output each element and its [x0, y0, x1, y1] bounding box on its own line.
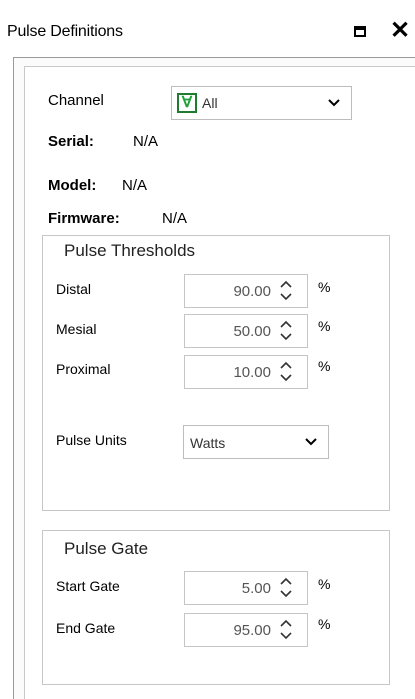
pulse-units-value: Watts [190, 435, 226, 451]
distal-unit: % [318, 279, 331, 295]
distal-spinner[interactable]: 90.00 [184, 274, 308, 308]
chevron-down-icon [305, 438, 317, 446]
start-gate-value: 5.00 [241, 580, 271, 597]
mesial-value: 50.00 [233, 323, 271, 340]
channel-icon: ∀ [177, 93, 197, 113]
spin-up-icon[interactable] [279, 618, 293, 628]
start-gate-spinner[interactable]: 5.00 [184, 571, 308, 605]
chevron-down-icon [328, 99, 340, 107]
proximal-label: Proximal [56, 361, 111, 377]
model-value: N/A [122, 177, 148, 194]
proximal-spinner[interactable]: 10.00 [184, 355, 308, 389]
channel-value: All [202, 95, 218, 111]
maximize-icon[interactable] [354, 26, 366, 37]
spin-up-icon[interactable] [279, 360, 293, 370]
start-gate-label: Start Gate [56, 578, 120, 594]
mesial-label: Mesial [56, 321, 97, 337]
spin-down-icon[interactable] [279, 373, 293, 383]
pulse-units-select[interactable]: Watts [183, 425, 329, 459]
distal-label: Distal [56, 281, 92, 297]
spin-up-icon[interactable] [279, 319, 293, 329]
spin-up-icon[interactable] [279, 279, 293, 289]
distal-value: 90.00 [233, 283, 271, 300]
proximal-unit: % [318, 358, 331, 374]
window-title: Pulse Definitions [7, 23, 123, 40]
close-icon[interactable]: ✕ [387, 16, 413, 46]
channel-label: Channel [48, 92, 104, 109]
spin-up-icon[interactable] [279, 576, 293, 586]
end-gate-spinner[interactable]: 95.00 [184, 613, 308, 647]
end-gate-label: End Gate [56, 620, 116, 636]
start-gate-unit: % [318, 576, 331, 592]
pulse-gate-title: Pulse Gate [64, 539, 149, 558]
end-gate-unit: % [318, 616, 331, 632]
spin-down-icon[interactable] [279, 292, 293, 302]
spin-down-icon[interactable] [279, 332, 293, 342]
firmware-label: Firmware: [48, 210, 120, 227]
pulse-thresholds-title: Pulse Thresholds [64, 241, 196, 260]
end-gate-value: 95.00 [233, 622, 271, 639]
serial-value: N/A [133, 133, 159, 150]
pulse-units-label: Pulse Units [56, 432, 127, 448]
title-bar: Pulse Definitions ✕ [0, 0, 415, 57]
mesial-spinner[interactable]: 50.00 [184, 314, 308, 348]
spin-down-icon[interactable] [279, 589, 293, 599]
proximal-value: 10.00 [233, 364, 271, 381]
spin-down-icon[interactable] [279, 631, 293, 641]
firmware-value: N/A [162, 210, 188, 227]
channel-select[interactable]: ∀ All [171, 86, 352, 120]
mesial-unit: % [318, 318, 331, 334]
serial-label: Serial: [48, 133, 94, 150]
model-label: Model: [48, 177, 97, 194]
